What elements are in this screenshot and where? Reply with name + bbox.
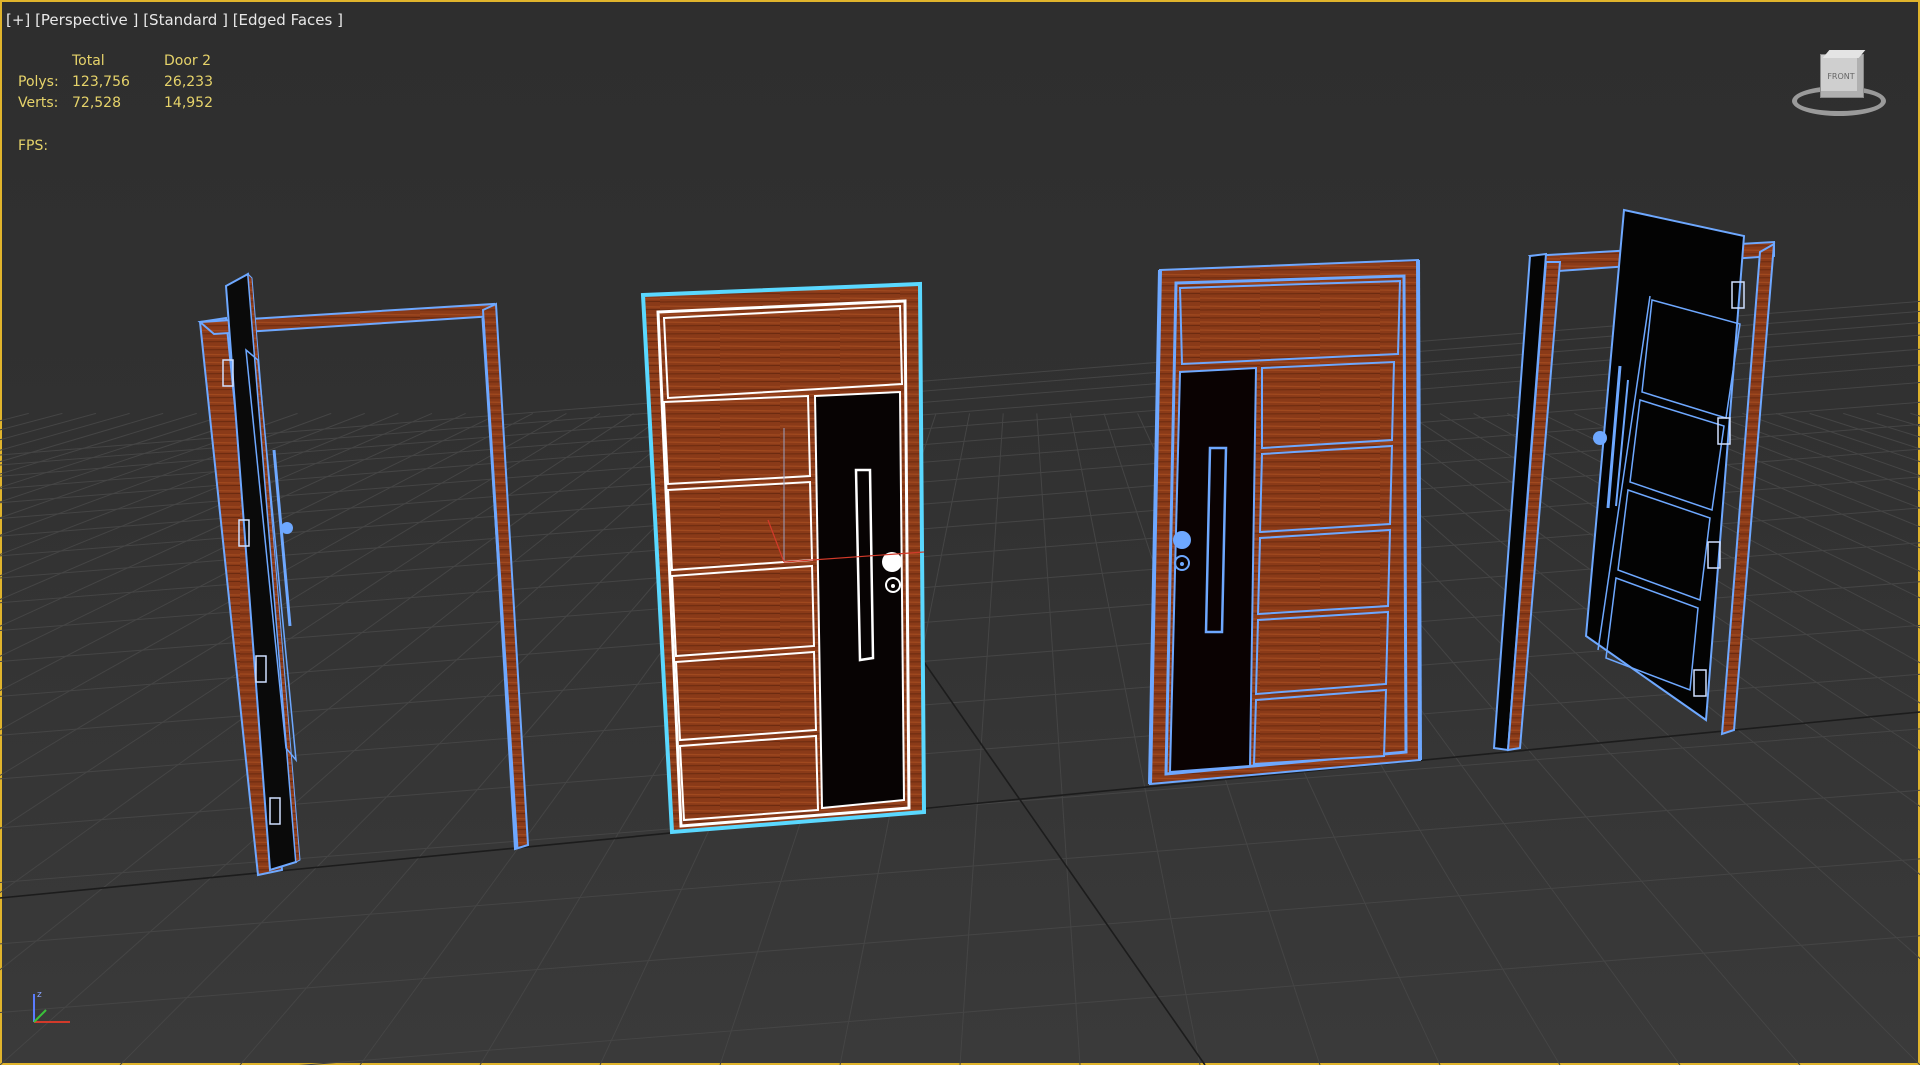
viewport-point-of-view-menu[interactable]: [Perspective ] <box>35 11 138 29</box>
stats-polys-selection: 26,233 <box>164 74 213 90</box>
stats-total-header: Total <box>72 53 105 69</box>
grid-line <box>0 412 63 431</box>
grid-line <box>0 413 702 971</box>
grid-line <box>298 935 1920 1065</box>
y-axis-line <box>33 1009 47 1023</box>
grid-line <box>0 412 29 422</box>
stats-polys-total: 123,756 <box>72 74 130 90</box>
perspective-viewport[interactable]: [+] [Perspective ] [Standard ] [Edged Fa… <box>0 0 1920 1065</box>
door-2-selected[interactable] <box>640 281 927 835</box>
viewport-display-mode-menu[interactable]: [Edged Faces ] <box>233 11 343 29</box>
grid-line <box>959 413 1004 1065</box>
stats-verts-selection: 14,952 <box>164 95 213 111</box>
viewport-general-menu[interactable]: [+] <box>6 11 30 29</box>
axis-tripod: z <box>33 990 70 1023</box>
scene-canvas[interactable] <box>0 0 1920 1065</box>
stats-verts-total: 72,528 <box>72 95 121 111</box>
viewport-label-menu: [+] [Perspective ] [Standard ] [Edged Fa… <box>6 11 343 29</box>
grid-line <box>0 412 231 488</box>
grid-line <box>1036 413 1081 1065</box>
viewcube-front-face-label: FRONT <box>1827 72 1855 81</box>
grid-line <box>0 412 97 441</box>
grid-line <box>0 412 164 463</box>
door-4[interactable] <box>1492 208 1776 752</box>
stats-verts-label: Verts: <box>18 95 59 111</box>
stats-selection-header: Door 2 <box>164 53 212 69</box>
viewport-shading-menu[interactable]: [Standard ] <box>143 11 228 29</box>
grid-line <box>1742 412 1920 477</box>
grid-line <box>0 858 1920 1013</box>
door-3[interactable] <box>1148 258 1422 786</box>
viewcube[interactable]: FRONT <box>1790 48 1890 124</box>
stats-polys-label: Polys: <box>18 74 59 90</box>
stats-fps-label: FPS: <box>18 138 49 154</box>
grid-line <box>0 413 735 1065</box>
door-1[interactable] <box>197 272 530 877</box>
grid-line <box>1910 412 1920 417</box>
viewcube-top-face[interactable] <box>1822 50 1866 58</box>
z-axis-label: z <box>37 990 42 1000</box>
